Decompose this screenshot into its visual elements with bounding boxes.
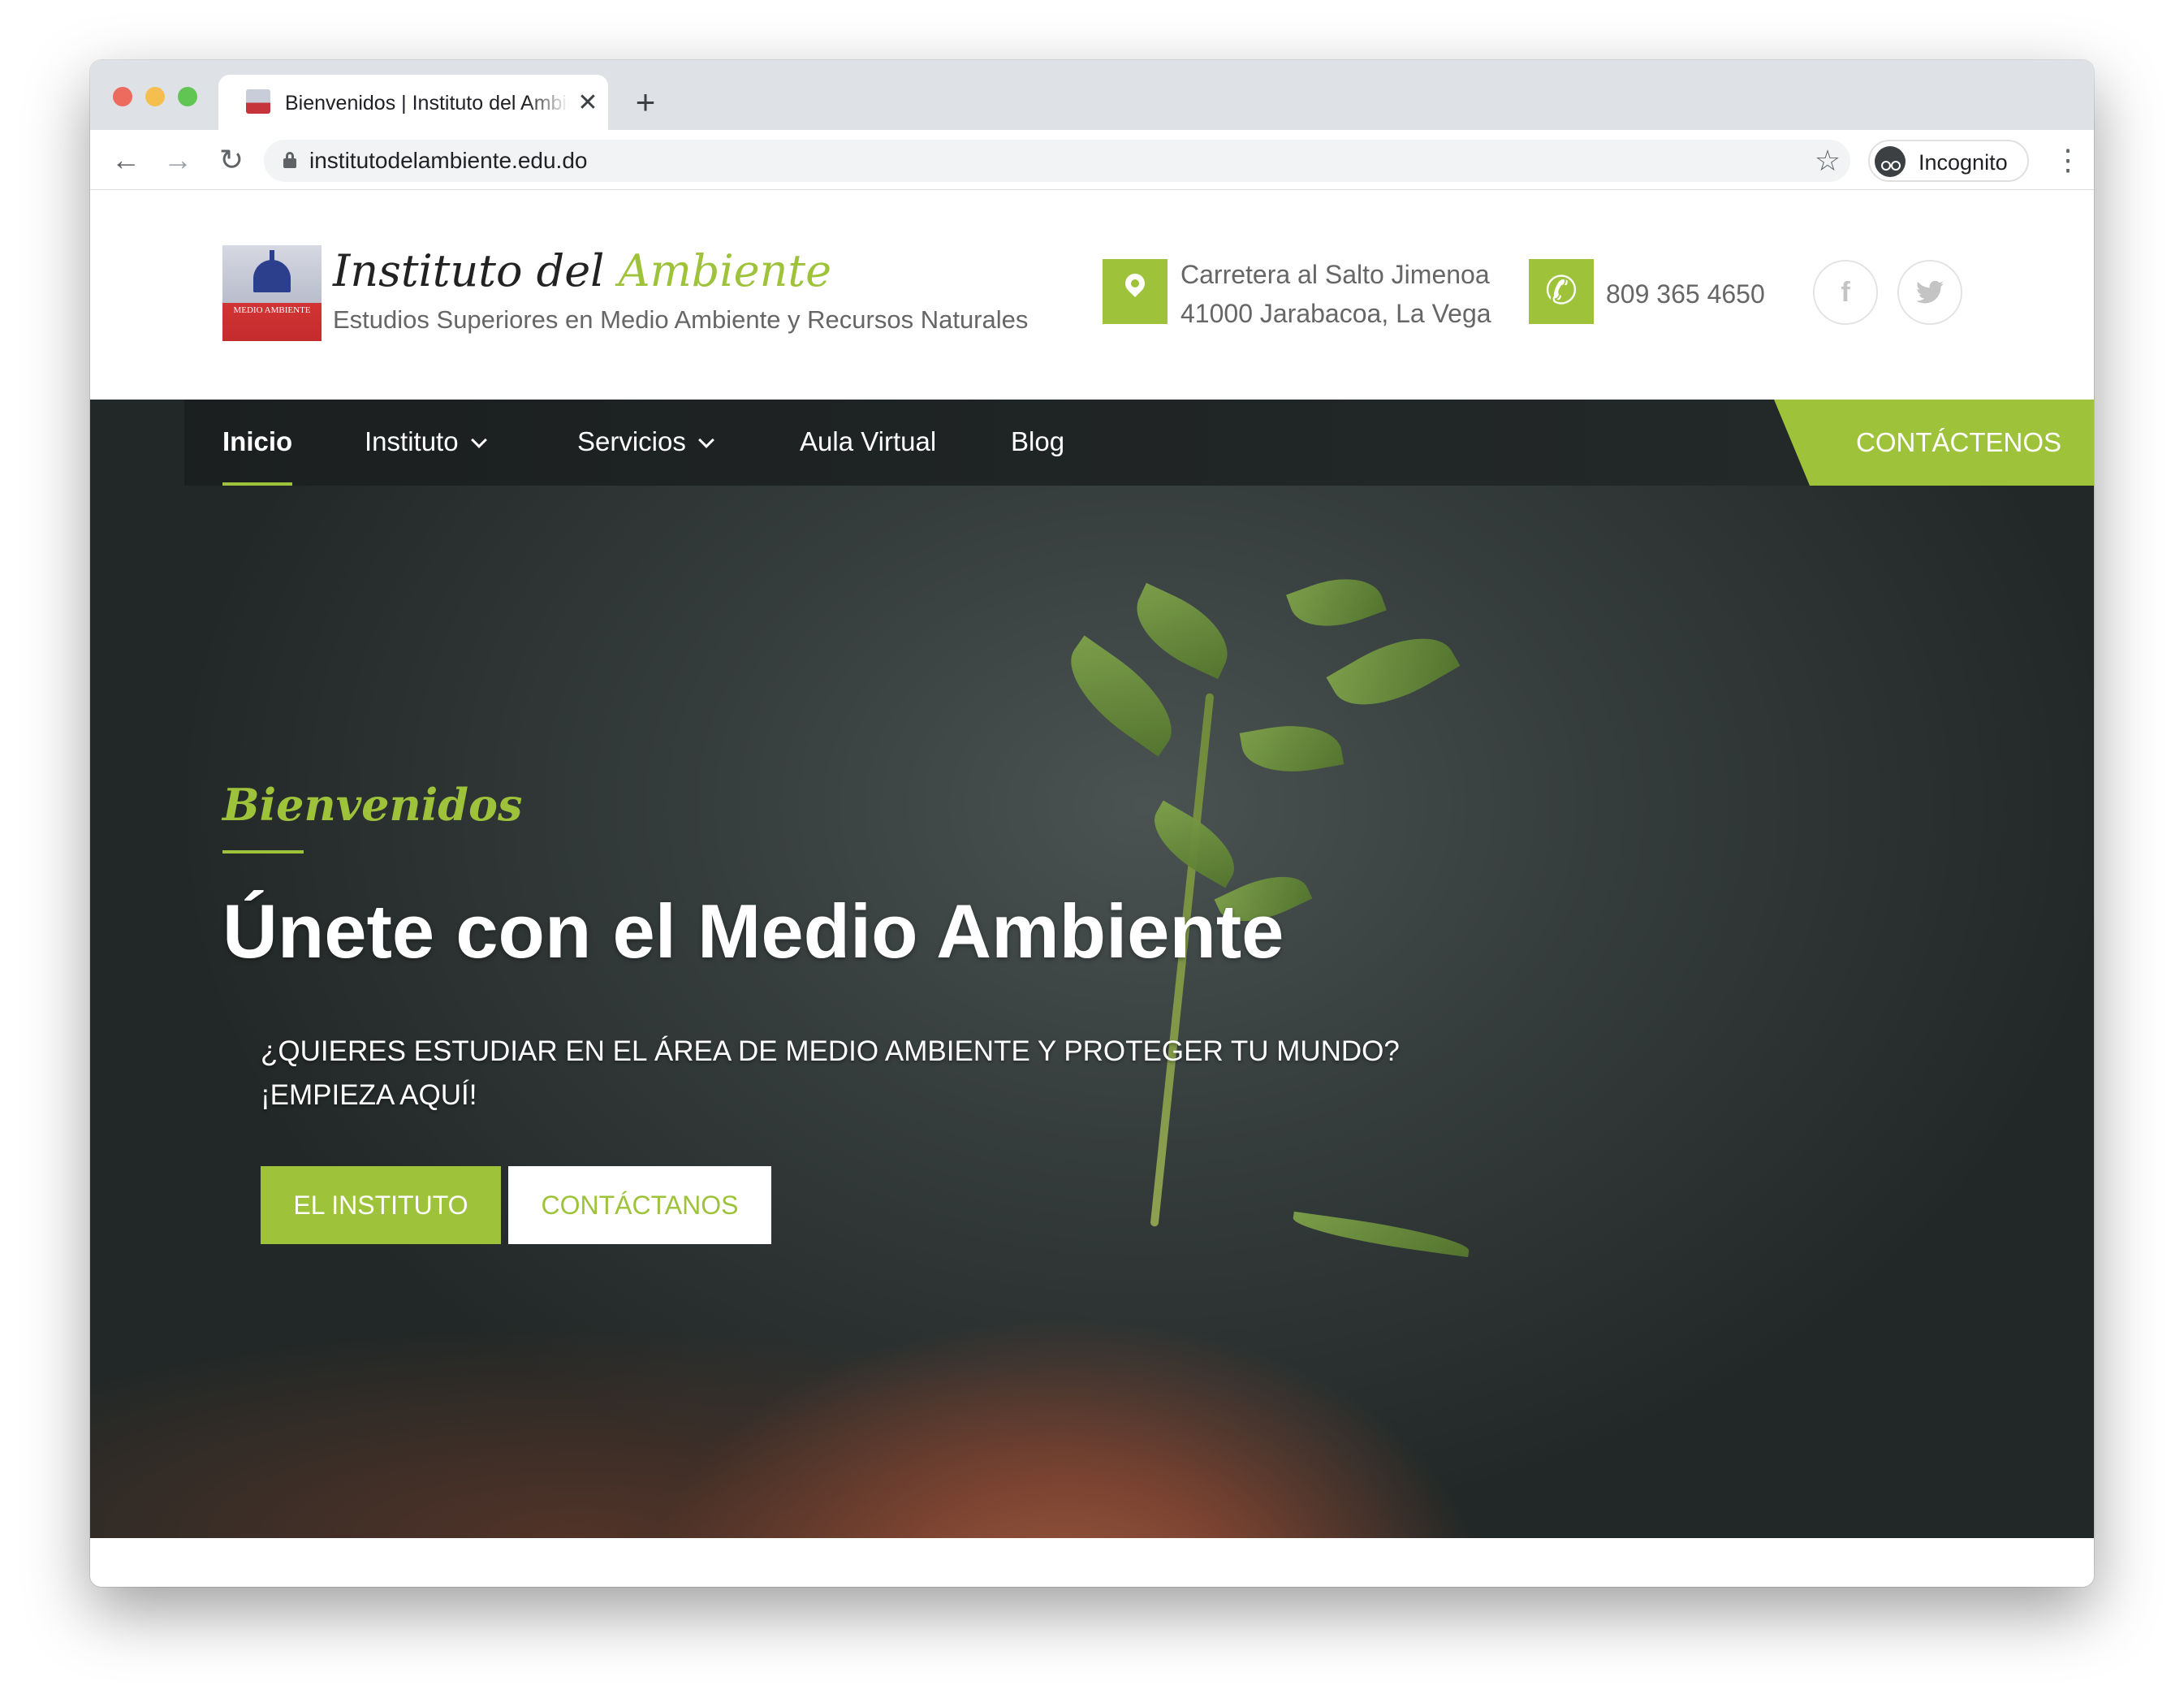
browser-menu-icon[interactable]: ⋮ (2053, 144, 2083, 176)
site-logo[interactable]: MEDIO AMBIENTE (222, 245, 322, 341)
maximize-window-button[interactable] (178, 87, 197, 106)
incognito-indicator[interactable]: Incognito (1868, 140, 2029, 182)
hero-subtitle-line-2: ¡EMPIEZA AQUÍ! (261, 1079, 477, 1111)
bookmark-star-icon[interactable]: ☆ (1811, 145, 1844, 177)
contactanos-button[interactable]: CONTÁCTANOS (508, 1166, 771, 1244)
forward-arrow-icon[interactable]: → (162, 144, 194, 176)
facebook-icon[interactable]: f (1813, 260, 1878, 325)
browser-window: Bienvenidos | Instituto del Ambiente ✕ +… (90, 60, 2094, 1587)
el-instituto-button[interactable]: EL INSTITUTO (261, 1166, 501, 1244)
phone-icon: ✆ (1529, 259, 1594, 324)
hero-title: Únete con el Medio Ambiente (222, 888, 1284, 974)
site-title[interactable]: Instituto del Ambiente (333, 244, 831, 299)
incognito-icon (1875, 146, 1906, 177)
contactenos-label: CONTÁCTENOS (1855, 427, 2061, 457)
close-window-button[interactable] (113, 87, 132, 106)
nav-item-label: Aula Virtual (800, 426, 937, 456)
hero-section: Inicio Instituto Servicios Aula Virtual … (90, 400, 2094, 1538)
chevron-down-icon (697, 432, 714, 448)
kicker-divider (222, 850, 304, 854)
hero-subtitle-line-1: ¿QUIERES ESTUDIAR EN EL ÁREA DE MEDIO AM… (261, 1035, 1400, 1067)
logo-text: MEDIO AMBIENTE (233, 305, 311, 315)
back-arrow-icon[interactable]: ← (110, 144, 142, 176)
site-tagline: Estudios Superiores en Medio Ambiente y … (333, 305, 1029, 334)
contactenos-button[interactable]: CONTÁCTENOS (1774, 400, 2094, 486)
site-favicon-icon (246, 89, 270, 114)
address-line-1: Carretera al Salto Jimenoa (1180, 260, 1490, 289)
lock-icon[interactable] (283, 152, 296, 168)
nav-item-blog[interactable]: Blog (1011, 400, 1064, 486)
plant-leaf (1239, 716, 1344, 781)
browser-toolbar: ← → ↻ institutodelambiente.edu.do ☆ Inco… (90, 130, 2094, 190)
twitter-icon[interactable] (1897, 260, 1962, 325)
plant-leaf (1286, 564, 1387, 642)
nav-item-label: Inicio (222, 426, 293, 456)
address-bar[interactable]: institutodelambiente.edu.do ☆ (264, 140, 1850, 182)
hero-kicker: Bienvenidos (222, 779, 523, 831)
nav-item-label: Servicios (577, 426, 686, 456)
close-tab-icon[interactable]: ✕ (576, 91, 600, 115)
main-navbar: Inicio Instituto Servicios Aula Virtual … (184, 400, 2094, 486)
incognito-label: Incognito (1919, 150, 2008, 175)
site-title-part2: Ambiente (618, 245, 832, 296)
url-text[interactable]: institutodelambiente.edu.do (309, 148, 587, 174)
hero-subtitle: ¿QUIERES ESTUDIAR EN EL ÁREA DE MEDIO AM… (261, 1030, 1478, 1117)
nav-item-label: Blog (1011, 426, 1065, 456)
phone-number: 809 365 4650 (1606, 279, 1765, 309)
nav-item-instituto[interactable]: Instituto (365, 400, 487, 486)
plant-leaf (1291, 1211, 1471, 1258)
nav-item-inicio[interactable]: Inicio (222, 400, 293, 486)
chevron-down-icon (470, 432, 487, 448)
browser-tab[interactable]: Bienvenidos | Instituto del Ambiente ✕ (218, 75, 608, 130)
new-tab-icon[interactable]: + (629, 85, 662, 119)
reload-icon[interactable]: ↻ (215, 144, 248, 176)
plant-leaf (1326, 616, 1461, 727)
tab-title: Bienvenidos | Instituto del Ambiente (285, 92, 569, 115)
nav-item-servicios[interactable]: Servicios (577, 400, 714, 486)
nav-item-label: Instituto (365, 426, 459, 456)
address-line-2: 41000 Jarabacoa, La Vega (1180, 299, 1491, 328)
location-pin-icon (1103, 259, 1168, 324)
site-title-part1: Instituto del (333, 245, 619, 296)
web-page: MEDIO AMBIENTE Instituto del Ambiente Es… (90, 190, 2094, 1587)
plant-leaf (1122, 582, 1242, 680)
site-header: MEDIO AMBIENTE Instituto del Ambiente Es… (90, 190, 2094, 400)
dome-icon (253, 250, 291, 292)
minimize-window-button[interactable] (145, 87, 165, 106)
address: Carretera al Salto Jimenoa 41000 Jarabac… (1180, 255, 1491, 333)
tab-strip: Bienvenidos | Instituto del Ambiente ✕ + (90, 60, 2094, 130)
nav-item-aula-virtual[interactable]: Aula Virtual (800, 400, 936, 486)
